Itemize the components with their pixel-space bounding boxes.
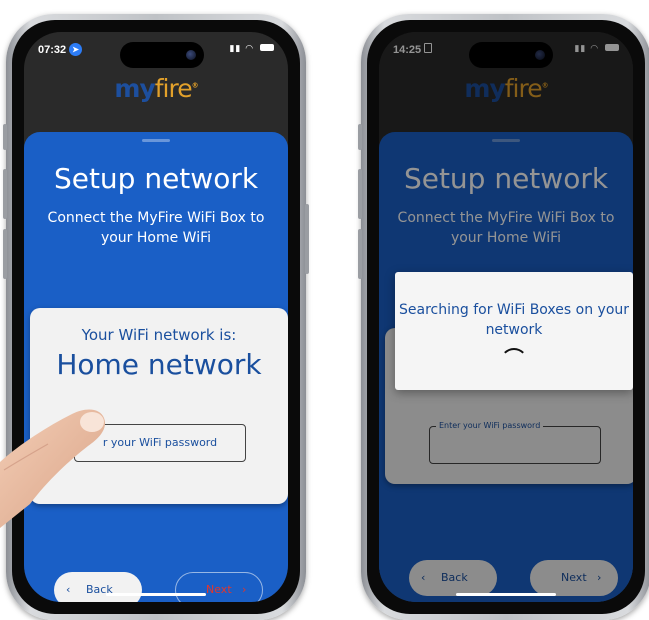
status-bar: 07:32 ➤ ▮▮ ◠ <box>24 32 288 72</box>
dynamic-island <box>120 42 204 68</box>
screen: 14:25 ▮▮ ◠ myfire® Setup network Connect… <box>379 32 633 602</box>
network-name: Home network <box>56 348 262 381</box>
network-label: Your WiFi network is: <box>81 326 237 344</box>
status-time-text: 07:32 <box>38 44 67 56</box>
power-button <box>305 204 309 274</box>
side-button <box>358 169 362 219</box>
side-button <box>358 124 362 150</box>
wifi-icon: ◠ <box>245 44 255 54</box>
back-button[interactable]: ‹ Back <box>54 572 142 602</box>
setup-sheet: Setup network Connect the MyFire WiFi Bo… <box>24 132 288 602</box>
side-button <box>358 229 362 279</box>
page-subtitle: Connect the MyFire WiFi Box to your Home… <box>47 210 265 246</box>
logo-my: my <box>114 74 155 103</box>
bezel: 14:25 ▮▮ ◠ myfire® Setup network Connect… <box>367 20 645 614</box>
signal-icon: ▮▮ <box>229 44 242 54</box>
page-title: Setup network <box>53 162 259 195</box>
home-indicator <box>456 593 556 596</box>
myfire-logo: myfire® <box>24 74 288 103</box>
chevron-left-icon: ‹ <box>66 583 71 596</box>
next-label: Next <box>206 583 232 596</box>
sheet-grabber[interactable] <box>142 139 170 142</box>
phone-right: 14:25 ▮▮ ◠ myfire® Setup network Connect… <box>358 14 649 620</box>
logo-registered: ® <box>191 81 199 90</box>
searching-dialog: Searching for WiFi Boxes on your network <box>395 272 633 390</box>
side-button <box>3 229 7 279</box>
status-time: 07:32 ➤ <box>38 43 83 56</box>
loading-spinner-icon <box>500 348 528 376</box>
battery-icon <box>260 44 274 51</box>
back-label: Back <box>86 583 113 596</box>
next-button[interactable]: Next › <box>175 572 263 602</box>
side-button <box>3 169 7 219</box>
status-icons: ▮▮ ◠ <box>229 44 274 54</box>
location-arrow-icon: ➤ <box>69 43 83 56</box>
camera-icon <box>186 50 196 60</box>
finger-image <box>0 409 106 528</box>
side-button <box>3 124 7 150</box>
logo-fire: fire <box>154 74 193 103</box>
home-indicator <box>106 593 206 596</box>
chevron-right-icon: › <box>242 583 247 596</box>
searching-text: Searching for WiFi Boxes on your network <box>399 302 630 338</box>
